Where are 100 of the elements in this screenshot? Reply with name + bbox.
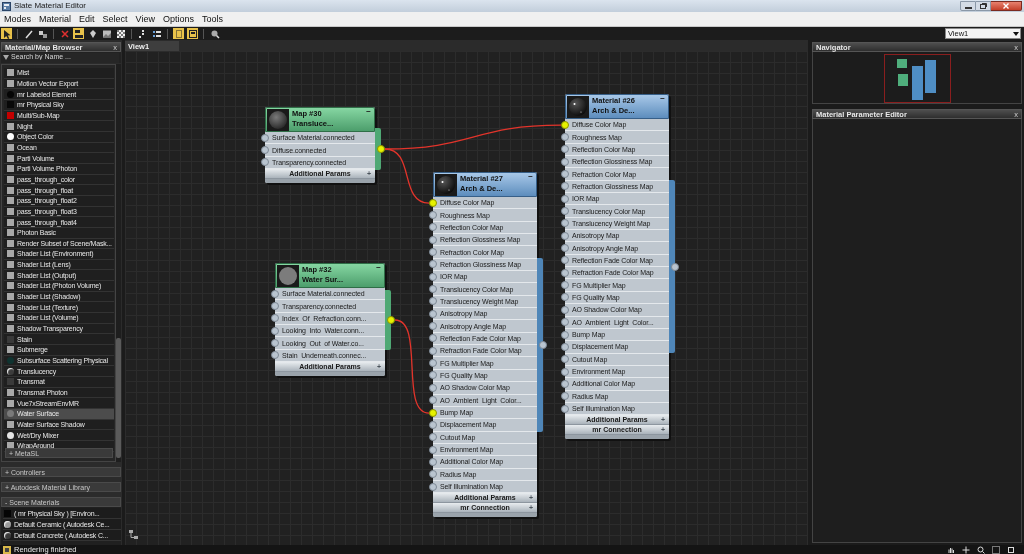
toolbar-button[interactable] [209,28,220,39]
maximize-button[interactable] [976,1,991,11]
input-socket[interactable] [561,182,569,191]
input-socket[interactable] [561,194,569,203]
input-socket[interactable] [561,355,569,364]
input-socket[interactable] [561,293,569,302]
input-socket[interactable] [429,482,437,491]
zoom-region-button[interactable] [990,545,1002,554]
menu-item[interactable]: Material [39,13,72,25]
input-socket[interactable] [429,235,437,244]
menu-item[interactable]: Options [162,13,194,25]
input-socket[interactable] [429,396,437,405]
menu-item[interactable]: View [135,13,155,25]
checker-icon [115,28,126,39]
input-socket[interactable] [561,330,569,339]
zoom-icon [209,28,220,39]
input-socket[interactable] [561,404,569,413]
menu-item[interactable]: Modes [4,13,31,25]
input-socket[interactable] [429,334,437,343]
menu-item[interactable]: Tools [201,13,223,25]
minimize-button[interactable] [960,1,976,11]
list-icon [151,28,162,39]
input-socket[interactable] [429,260,437,269]
toolbar-button[interactable] [73,28,84,39]
input-socket[interactable] [561,207,569,216]
input-socket[interactable] [561,318,569,327]
output-socket[interactable] [387,316,395,324]
fit-icon [1007,545,1015,554]
pan-button[interactable] [960,545,972,554]
input-socket[interactable] [561,379,569,388]
toolbar-button[interactable] [115,28,126,39]
zoom-button[interactable] [975,545,987,554]
input-socket[interactable] [561,170,569,179]
input-socket[interactable] [561,281,569,290]
input-socket[interactable] [429,359,437,368]
delete-icon [59,28,70,39]
input-socket[interactable] [429,445,437,454]
preview-thumbnail [435,174,457,196]
input-socket[interactable] [561,157,569,166]
input-socket[interactable] [561,145,569,154]
input-socket[interactable] [271,351,279,360]
input-socket[interactable] [429,297,437,306]
input-socket[interactable] [261,133,269,142]
input-socket[interactable] [429,433,437,442]
dropdown-arrow-icon [3,55,9,60]
input-socket[interactable] [271,314,279,323]
input-socket[interactable] [261,158,269,167]
fit-button[interactable] [1005,545,1017,554]
input-socket[interactable] [561,305,569,314]
input-socket[interactable] [429,198,437,207]
caret-icon [1013,31,1019,36]
output-socket[interactable] [539,341,547,349]
input-socket[interactable] [429,309,437,318]
menu-item[interactable]: Edit [79,13,95,25]
input-socket[interactable] [429,272,437,281]
input-socket[interactable] [429,371,437,380]
minimize-button[interactable]: − [660,95,665,103]
navigator-preview-drawing [883,54,951,103]
input-socket[interactable] [429,346,437,355]
zoom-icon [977,545,985,554]
input-socket[interactable] [561,367,569,376]
menu-item[interactable]: Select [102,13,128,25]
input-socket[interactable] [561,244,569,253]
cubes-icon [37,28,48,39]
zoom-region-icon [992,545,1000,554]
scrollbar-thumb[interactable] [116,338,121,458]
preview-thumbnail [277,265,299,287]
input-socket[interactable] [561,219,569,228]
input-socket[interactable] [429,285,437,294]
input-socket[interactable] [561,342,569,351]
input-socket[interactable] [561,231,569,240]
input-socket[interactable] [561,268,569,277]
input-socket[interactable] [561,256,569,265]
input-socket[interactable] [561,392,569,401]
input-socket[interactable] [429,223,437,232]
input-socket[interactable] [429,470,437,479]
toolbar-button[interactable] [187,28,198,39]
input-socket[interactable] [429,322,437,331]
minimize-button[interactable]: − [528,173,533,181]
output-socket[interactable] [377,145,385,153]
input-socket[interactable] [271,289,279,298]
minimize-button[interactable]: − [376,264,381,272]
output-socket[interactable] [671,262,679,271]
close-button[interactable] [991,1,1022,11]
input-socket[interactable] [429,383,437,392]
input-socket[interactable] [429,457,437,466]
input-socket[interactable] [429,211,437,219]
input-socket[interactable] [429,420,437,429]
input-socket[interactable] [561,133,569,141]
input-socket[interactable] [429,408,437,417]
input-socket[interactable] [429,248,437,257]
input-socket[interactable] [271,339,279,348]
input-socket[interactable] [561,120,569,129]
minimize-button[interactable]: − [366,108,371,116]
input-socket[interactable] [271,302,279,310]
input-socket[interactable] [261,146,269,154]
toolbar-button[interactable] [1,28,12,39]
hierarchy-icon [129,530,138,539]
toolbar-button[interactable] [101,28,112,39]
input-socket[interactable] [271,326,279,335]
